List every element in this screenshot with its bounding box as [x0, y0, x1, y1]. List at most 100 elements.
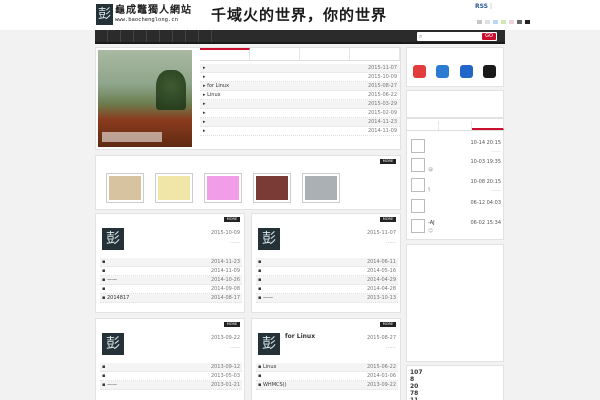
theme-swatch[interactable] — [525, 20, 530, 24]
site-name: 龜成鼈獨人網站 — [115, 5, 192, 16]
theme-swatch[interactable] — [501, 20, 506, 24]
comment-item[interactable]: 06-12 04:03 — [411, 199, 501, 221]
more-button[interactable]: MORE — [380, 217, 396, 222]
rss-link[interactable]: RSS — [475, 3, 488, 10]
featured-tabs — [200, 48, 400, 61]
list-item[interactable]: ▪ 2014-11-09 — [100, 267, 242, 276]
list-item[interactable]: ▪ —— 2013-01-21 — [100, 381, 242, 390]
commenter-avatar — [411, 178, 425, 192]
list-item[interactable]: ▸ for Linux 2015-08-27 — [200, 82, 400, 91]
comment-item[interactable]: 10-03 19:35 😀 — [411, 158, 501, 180]
qq-icon[interactable] — [483, 65, 496, 78]
post-avatar[interactable]: 彭 — [258, 333, 280, 355]
gallery-thumbnail[interactable] — [155, 173, 193, 203]
tencent-weibo-icon[interactable] — [436, 65, 449, 78]
list-item[interactable]: ▸ 2015-02-09 — [200, 109, 400, 118]
thumbnail-image — [109, 176, 141, 200]
list-item[interactable]: ▪ 2014-01-06 — [256, 372, 398, 381]
nav-item[interactable] — [186, 30, 199, 42]
list-item[interactable]: ▸ 2014-11-23 — [200, 118, 400, 127]
more-button[interactable]: MORE — [224, 322, 240, 327]
nav-item[interactable] — [108, 30, 121, 42]
list-item[interactable]: ▪ WHMCS() 2013-09-22 — [256, 381, 398, 390]
nav-item[interactable] — [95, 30, 108, 42]
sidebar-widget — [406, 90, 504, 118]
comment-time: 06-12 04:03 — [470, 200, 501, 206]
social-share-icon[interactable] — [460, 65, 473, 78]
list-item[interactable]: ▪ 2014-06-11 — [256, 258, 398, 267]
nav-item[interactable] — [121, 30, 134, 42]
comment-item[interactable]: 10-08 20:15 § …… — [411, 178, 501, 200]
gallery-thumbnail[interactable] — [106, 173, 144, 203]
comment-item[interactable]: -AJ 06-02 15:34 😊 — [411, 219, 501, 241]
nav-item[interactable] — [173, 30, 186, 42]
list-item[interactable]: ▸ 2015-03-29 — [200, 100, 400, 109]
post-avatar[interactable]: 彭 — [258, 228, 280, 250]
theme-swatch[interactable] — [477, 20, 482, 24]
tab-recent[interactable] — [439, 121, 472, 130]
logo-mark: 彭 — [96, 4, 113, 25]
post-avatar[interactable]: 彭 — [102, 228, 124, 250]
list-item[interactable]: ▪ 2014-04-28 — [256, 285, 398, 294]
theme-swatch[interactable] — [493, 20, 498, 24]
theme-color-picker[interactable] — [477, 20, 530, 24]
theme-swatch[interactable] — [485, 20, 490, 24]
gallery-thumbnail[interactable] — [302, 173, 340, 203]
search-icon: ⌕ — [419, 33, 423, 40]
list-item[interactable]: ▸ Linux 2015-06-22 — [200, 91, 400, 100]
gallery-thumbnail[interactable] — [204, 173, 242, 203]
stat-value: 8 — [410, 376, 415, 383]
tab-comments[interactable] — [407, 121, 440, 130]
list-item[interactable]: ▪ 2013-09-12 — [100, 363, 242, 372]
site-logo[interactable]: 彭 龜成鼈獨人網站 www.baochenglong.cn — [96, 4, 192, 25]
search-input[interactable]: ⌕ GO — [417, 32, 497, 41]
list-item[interactable]: ▪ 2014-09-08 — [100, 285, 242, 294]
tab-active[interactable] — [471, 121, 504, 130]
main-nav: ⌕ GO — [95, 30, 505, 44]
tab-recommended[interactable] — [350, 48, 400, 60]
list-item[interactable]: ▪ 2014-11-23 — [100, 258, 242, 267]
more-button[interactable]: MORE — [224, 217, 240, 222]
list-item[interactable]: ▸ 2014-11-09 — [200, 127, 400, 136]
list-item[interactable]: ▪ 2014-05-16 — [256, 267, 398, 276]
list-item[interactable]: ▪ 2014-04-29 — [256, 276, 398, 285]
list-item[interactable]: ▸ 2015-11-07 — [200, 64, 400, 73]
site-url: www.baochenglong.cn — [115, 17, 178, 23]
list-item[interactable]: ▪ —— 2013-10-13 — [256, 294, 398, 303]
comment-time: 10-14 20:15 — [470, 140, 501, 146]
header-links[interactable]: | — [490, 3, 492, 10]
stat-value: 107 — [410, 369, 423, 376]
nav-item[interactable] — [147, 30, 160, 42]
category-block: MORE 彭 for Linux 2015-08-27 …… ▪ Linux 20… — [251, 318, 401, 400]
list-item[interactable]: ▪ 2014817 2014-08-17 — [100, 294, 242, 303]
list-item[interactable]: ▪ Linux 2015-06-22 — [256, 363, 398, 372]
gallery-thumbnail[interactable] — [253, 173, 291, 203]
post-date: 2015-08-27 — [366, 335, 396, 341]
list-item[interactable]: ▪ —— 2014-10-26 — [100, 276, 242, 285]
weibo-icon[interactable] — [413, 65, 426, 78]
theme-swatch[interactable] — [517, 20, 522, 24]
list-item[interactable]: ▸ 2015-10-09 — [200, 73, 400, 82]
post-date: 2015-10-09 — [210, 230, 240, 236]
nav-item[interactable] — [160, 30, 173, 42]
tab-random[interactable] — [300, 48, 350, 60]
gallery-panel: MORE — [95, 155, 401, 210]
more-button[interactable]: MORE — [380, 322, 396, 327]
post-avatar[interactable]: 彭 — [102, 333, 124, 355]
search-button[interactable]: GO — [482, 33, 496, 40]
tab-hot[interactable] — [250, 48, 300, 60]
featured-slideshow-image[interactable] — [98, 50, 192, 147]
featured-post-list: ▸ 2015-11-07 ▸ 2015-10-09 ▸ for Linux 201… — [200, 64, 400, 136]
comment-more: …… — [491, 148, 501, 154]
nav-item[interactable] — [134, 30, 147, 42]
nav-item[interactable] — [199, 30, 212, 42]
commenter-avatar — [411, 158, 425, 172]
post-title[interactable]: for Linux — [285, 333, 315, 340]
tab-latest[interactable] — [200, 48, 250, 60]
list-item[interactable]: ▪ 2013-05-03 — [100, 372, 242, 381]
comment-snippet: § — [428, 187, 431, 193]
theme-swatch[interactable] — [509, 20, 514, 24]
more-button[interactable]: MORE — [380, 159, 396, 164]
category-block: MORE 彭 2013-09-22 …… ▪ 2013-09-12 ▪ 2013… — [95, 318, 245, 400]
comment-time: 10-03 19:35 — [470, 159, 501, 165]
